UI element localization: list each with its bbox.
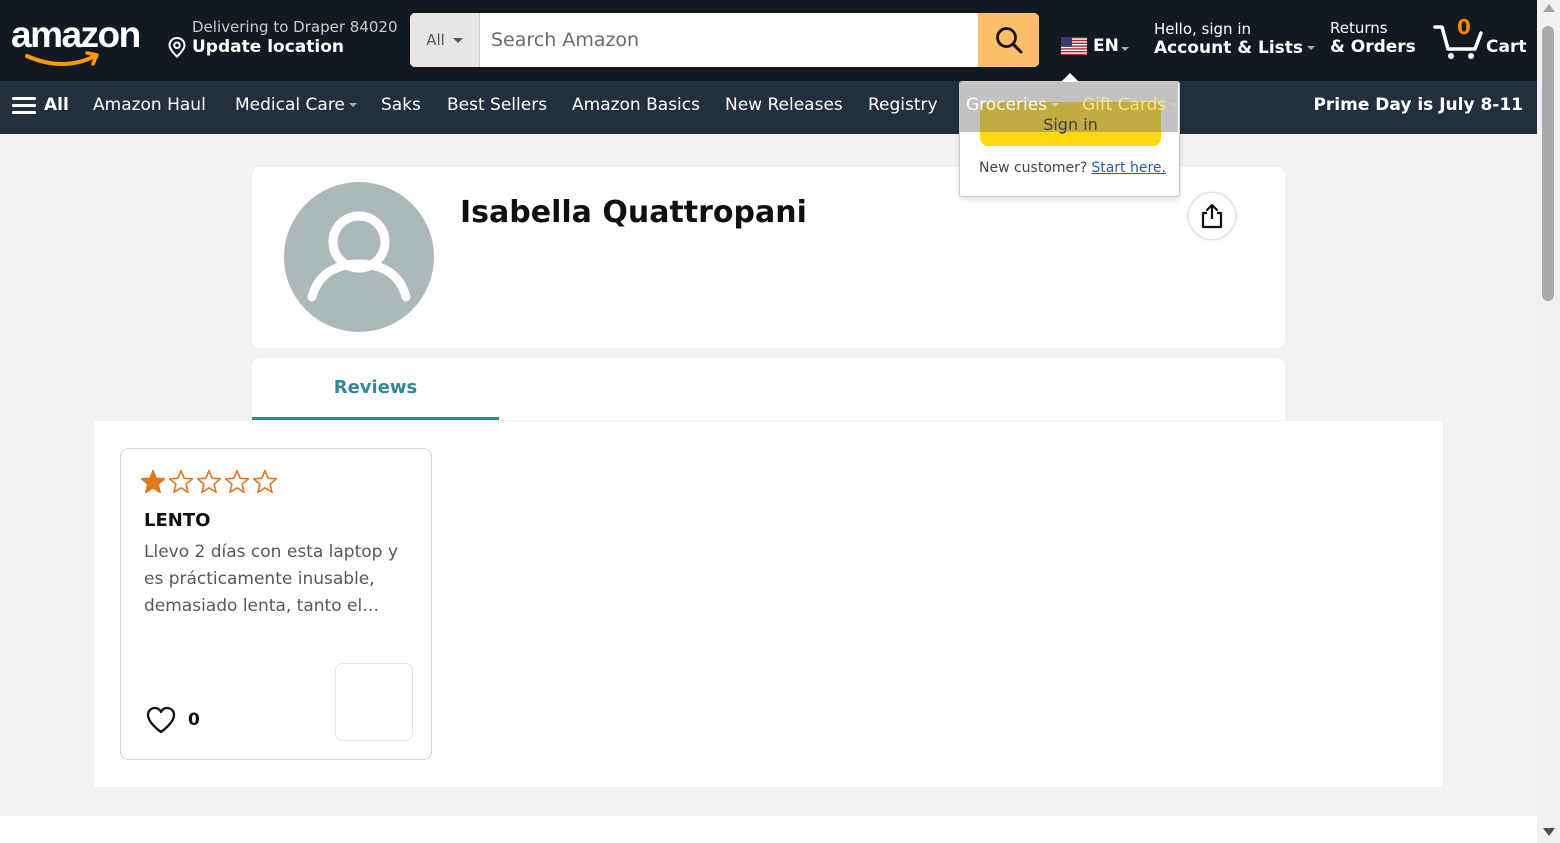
star-empty-icon	[168, 469, 194, 494]
nav-item-groceries[interactable]: Groceries	[966, 95, 1060, 115]
language-selector[interactable]: EN	[1061, 36, 1129, 56]
review-card[interactable]: LENTO Llevo 2 días con esta laptop y es …	[120, 448, 432, 760]
footer-strip	[0, 816, 1537, 843]
secondary-nav-bar: All Amazon Haul Medical Care Saks Best S…	[0, 81, 1537, 134]
search-input[interactable]	[480, 13, 978, 67]
returns-label: Returns	[1330, 19, 1388, 37]
cart-button[interactable]: 0 Cart	[1433, 15, 1533, 65]
new-customer-text: New customer?	[979, 160, 1088, 176]
update-location-label: Update location	[192, 37, 344, 57]
nav-item-gift-cards[interactable]: Gift Cards	[1082, 95, 1179, 115]
product-thumbnail[interactable]	[335, 663, 413, 741]
nav-item-registry[interactable]: Registry	[868, 95, 938, 115]
scroll-down-arrow-icon[interactable]	[1543, 828, 1555, 836]
share-button[interactable]	[1189, 193, 1235, 239]
cart-count: 0	[1457, 15, 1471, 39]
chevron-down-icon	[1120, 47, 1129, 51]
review-title: LENTO	[144, 510, 211, 531]
scrollbar-thumb[interactable]	[1542, 26, 1554, 301]
star-empty-icon	[196, 469, 222, 494]
nav-item-new-releases[interactable]: New Releases	[725, 95, 843, 115]
new-customer-prompt: New customer? Start here.	[979, 160, 1166, 176]
tab-reviews[interactable]: Reviews	[252, 358, 499, 420]
review-body: Llevo 2 días con esta laptop y es prácti…	[144, 542, 398, 616]
cart-label: Cart	[1486, 37, 1527, 57]
helpful-count: 0	[188, 710, 200, 730]
delivery-address: Delivering to Draper 84020	[192, 18, 398, 36]
star-rating	[140, 469, 278, 495]
chevron-down-icon	[1051, 103, 1060, 107]
hamburger-menu-icon	[12, 97, 36, 114]
returns-orders-link[interactable]: Returns & Orders	[1330, 19, 1416, 57]
all-menu-label: All	[44, 95, 69, 115]
logo-wordmark: amazon	[11, 14, 141, 55]
search-category-select[interactable]: All	[410, 13, 480, 67]
us-flag-icon	[1061, 37, 1087, 55]
account-lists-menu[interactable]: Hello, sign in Account & Lists	[1154, 20, 1316, 58]
nav-item-amazon-basics[interactable]: Amazon Basics	[572, 95, 700, 115]
chevron-down-icon	[452, 37, 463, 43]
location-pin-icon	[168, 36, 186, 58]
account-lists-text: Account & Lists	[1154, 38, 1304, 58]
avatar	[284, 182, 434, 332]
chevron-down-icon	[1307, 46, 1316, 50]
helpful-reaction: 0	[146, 706, 200, 734]
default-user-icon	[307, 211, 411, 302]
reviews-content: LENTO Llevo 2 días con esta laptop y es …	[94, 421, 1443, 787]
language-code: EN	[1093, 36, 1119, 56]
star-filled-icon	[140, 469, 166, 494]
smile-arrow-icon	[25, 51, 99, 66]
nav-item-gift-cards-label: Gift Cards	[1082, 95, 1167, 115]
popover-arrow	[1061, 73, 1079, 82]
account-greeting: Hello, sign in	[1154, 20, 1252, 38]
profile-tabs: Reviews	[252, 358, 1285, 420]
top-nav-bar: amazon Delivering to Draper 84020 Update…	[0, 0, 1537, 81]
account-lists-label: Account & Lists	[1154, 38, 1316, 58]
search-category-label: All	[426, 31, 445, 49]
all-menu-button[interactable]: All	[12, 95, 69, 115]
page-scrollbar[interactable]	[1537, 0, 1560, 843]
search-icon	[995, 27, 1022, 54]
chevron-down-icon	[348, 103, 357, 107]
scroll-up-arrow-icon[interactable]	[1543, 4, 1555, 12]
search-button[interactable]	[978, 13, 1039, 67]
prime-day-promo[interactable]: Prime Day is July 8-11	[1313, 95, 1523, 115]
heart-icon[interactable]	[146, 706, 176, 734]
star-empty-icon	[252, 469, 278, 494]
orders-label: & Orders	[1330, 37, 1416, 57]
nav-item-groceries-label: Groceries	[966, 95, 1048, 115]
nav-item-saks[interactable]: Saks	[381, 95, 421, 115]
star-empty-icon	[224, 469, 250, 494]
nav-item-medical-care[interactable]: Medical Care	[235, 95, 357, 115]
nav-item-medical-care-label: Medical Care	[235, 95, 345, 115]
nav-item-best-sellers[interactable]: Best Sellers	[447, 95, 547, 115]
start-here-link[interactable]: Start here.	[1091, 160, 1166, 176]
share-icon	[1201, 203, 1223, 229]
profile-name: Isabella Quattropani	[460, 195, 807, 230]
amazon-logo[interactable]: amazon	[11, 16, 145, 70]
nav-item-amazon-haul[interactable]: Amazon Haul	[93, 95, 206, 115]
search-bar: All	[410, 13, 1039, 67]
chevron-down-icon	[1170, 103, 1179, 107]
